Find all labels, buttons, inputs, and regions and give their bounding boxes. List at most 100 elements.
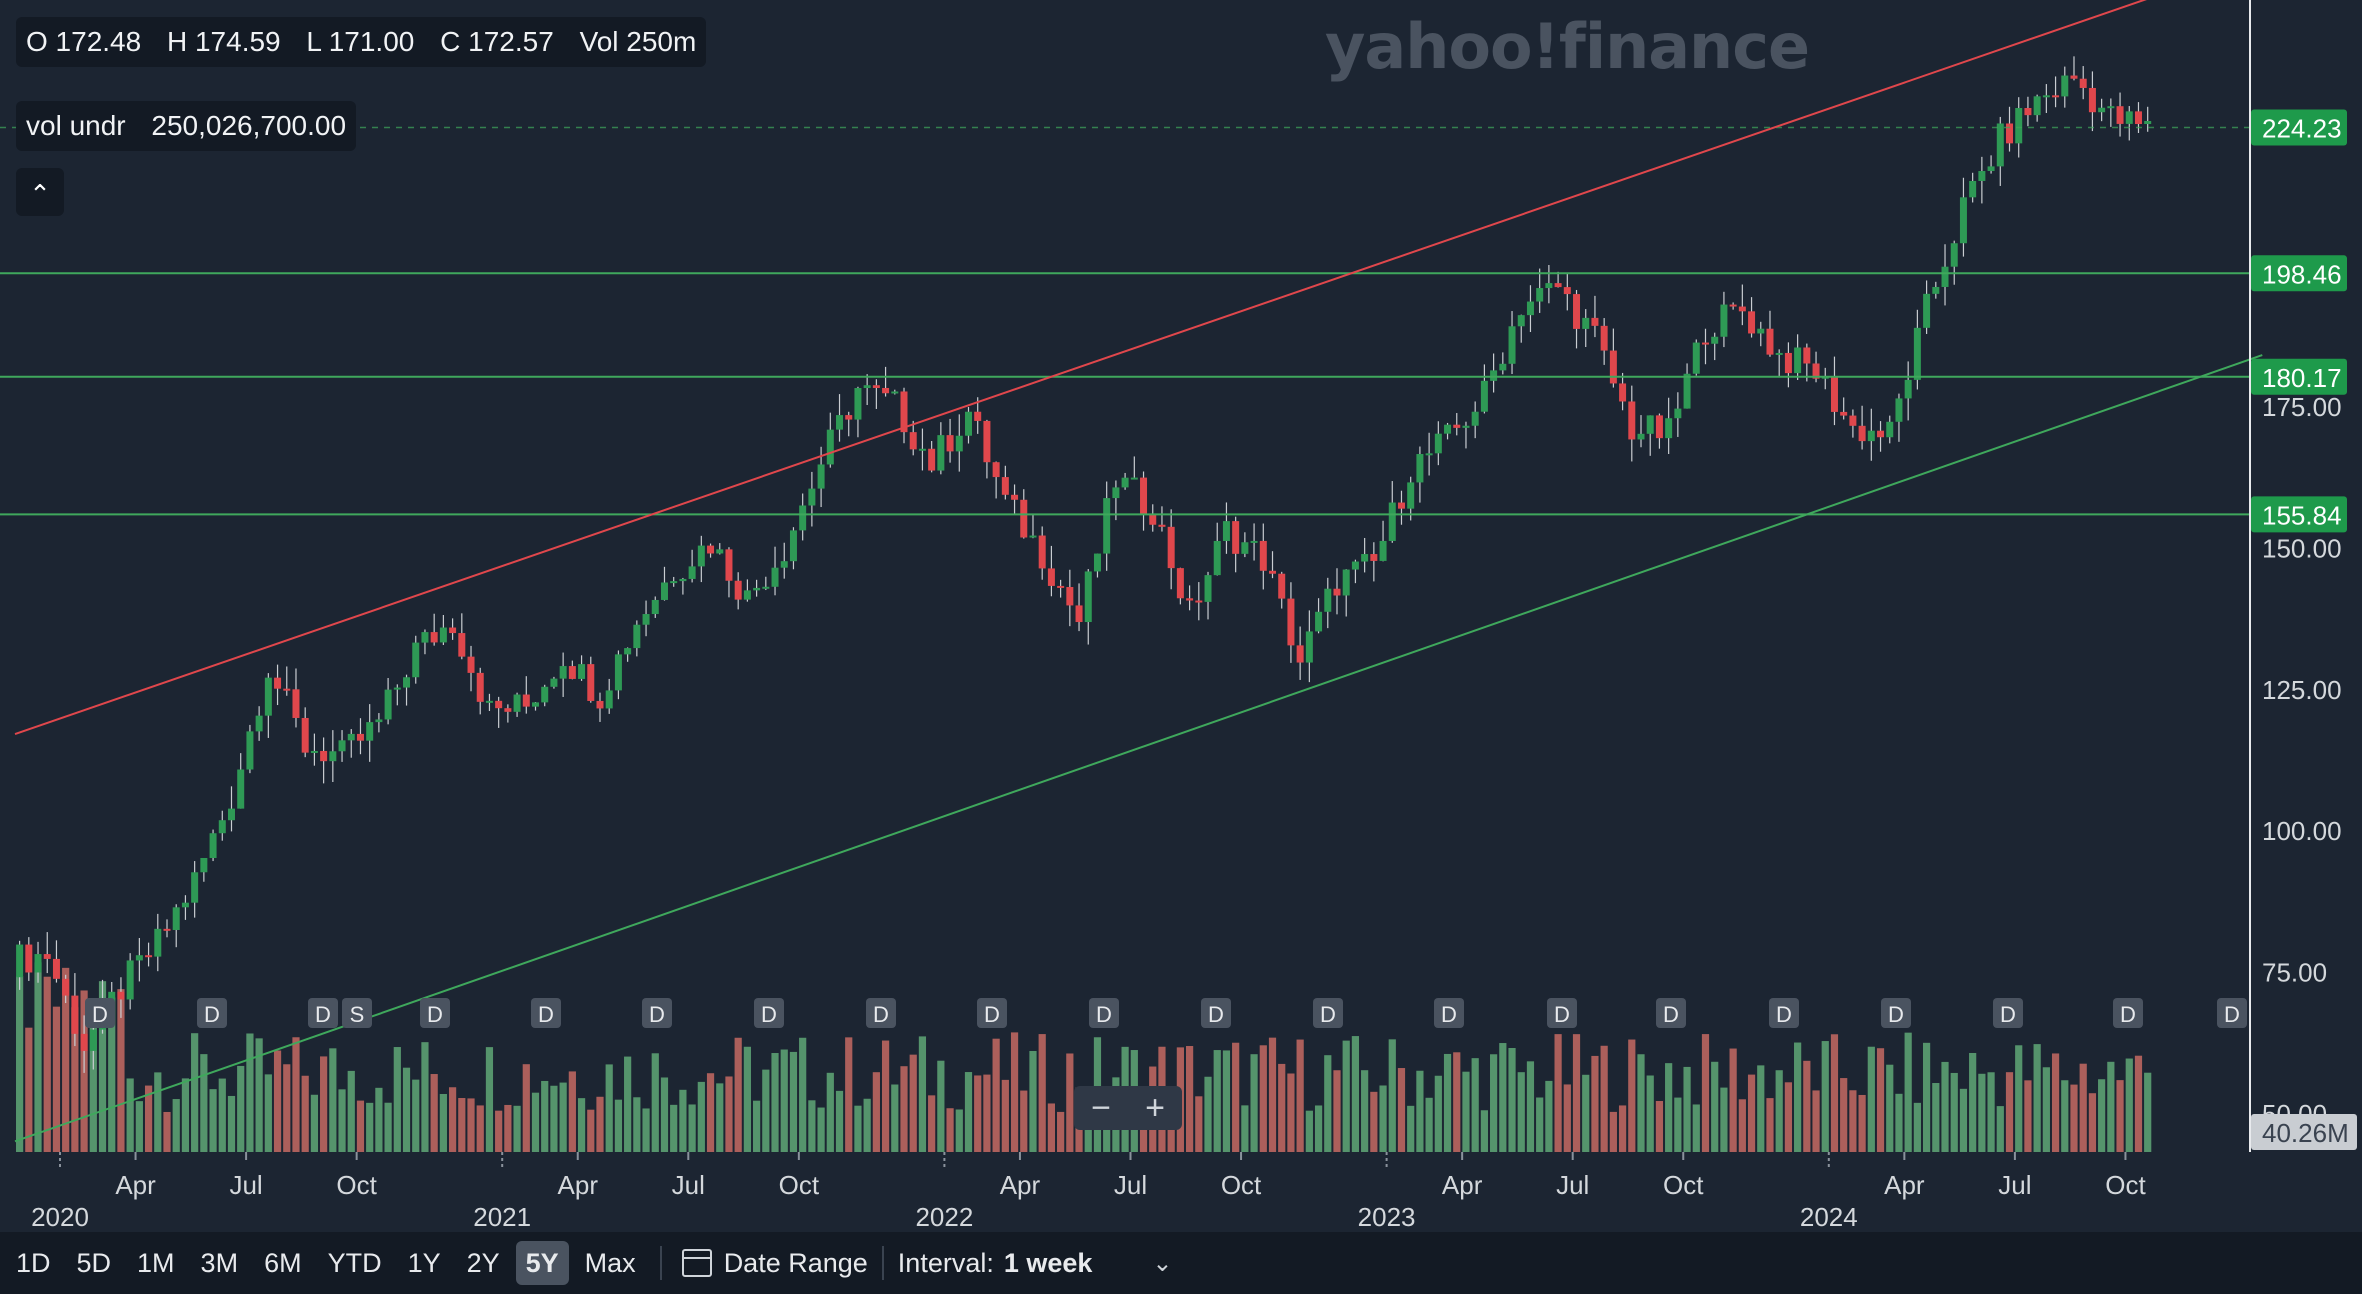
- volume-bar: [246, 1033, 254, 1152]
- candle-body: [872, 385, 880, 388]
- volume-bar: [2033, 1044, 2041, 1152]
- candle-body: [2134, 111, 2142, 125]
- volume-readout-label: vol undr: [26, 110, 126, 141]
- yahoo-finance-watermark: yahoo!finance: [1325, 10, 1809, 83]
- dividend-label: D: [2000, 1002, 2016, 1027]
- volume-bar: [329, 1048, 337, 1152]
- volume-bar: [2061, 1080, 2069, 1152]
- candle-body: [2125, 111, 2133, 124]
- price-axis-label: 125.00: [2262, 675, 2342, 705]
- volume-bar: [1222, 1050, 1231, 1152]
- candle-body: [909, 432, 917, 450]
- volume-bar: [1001, 1079, 1009, 1152]
- price-chart[interactable]: yahoo!finance 175.00 150.00 125.00 100.00 75…: [0, 0, 2362, 1232]
- volume-bar: [1361, 1070, 1369, 1152]
- volume-readout: vol undr 250,026,700.00: [16, 101, 357, 151]
- candle-body: [34, 954, 42, 973]
- dividend-label: D: [2224, 1002, 2240, 1027]
- volume-bar: [412, 1079, 420, 1152]
- candle-body: [1149, 514, 1157, 525]
- candle-body: [2098, 107, 2106, 113]
- volume-bar: [1425, 1097, 1433, 1152]
- candle-body: [983, 420, 991, 463]
- range-button-1m[interactable]: 1M: [127, 1241, 185, 1285]
- volume-bar: [541, 1080, 549, 1152]
- candle-body: [1996, 123, 2004, 167]
- volume-bar: [1922, 1042, 1931, 1152]
- candle-body: [356, 733, 364, 741]
- candle-body: [191, 872, 199, 903]
- candle-body: [1904, 379, 1912, 399]
- volume-bar: [1508, 1047, 1516, 1152]
- zoom-in-button[interactable]: +: [1128, 1086, 1182, 1130]
- volume-bar: [1250, 1054, 1258, 1152]
- volume-bar: [1637, 1054, 1645, 1152]
- volume-bar: [697, 1081, 705, 1152]
- range-button-3m[interactable]: 3M: [191, 1241, 249, 1285]
- volume-bar: [1462, 1071, 1470, 1152]
- volume-bar: [835, 1090, 844, 1152]
- volume-bar: [1213, 1050, 1221, 1152]
- candle-body: [43, 954, 51, 959]
- collapse-button[interactable]: ⌃: [16, 168, 64, 216]
- volume-bar: [467, 1098, 475, 1152]
- candle-body: [1075, 605, 1083, 623]
- volume-bar: [1867, 1046, 1875, 1152]
- candle-body: [1259, 540, 1267, 571]
- volume-bar: [2144, 1072, 2152, 1152]
- volume-bar: [2116, 1080, 2124, 1152]
- dividend-label: D: [1888, 1002, 1904, 1027]
- volume-bar: [670, 1104, 678, 1152]
- volume-bar: [1720, 1087, 1728, 1152]
- candle-body: [541, 686, 549, 703]
- candle-body: [439, 627, 447, 643]
- candle-body: [1628, 401, 1636, 440]
- range-button-6m[interactable]: 6M: [254, 1241, 312, 1285]
- volume-bar: [1057, 1111, 1065, 1152]
- candle-body: [1093, 553, 1101, 572]
- volume-bar: [1655, 1101, 1664, 1152]
- volume-bar: [1858, 1094, 1866, 1152]
- interval-selector[interactable]: Interval: 1 week ⌄: [898, 1248, 1173, 1279]
- candle-body: [163, 928, 171, 931]
- volume-bar: [1969, 1052, 1977, 1152]
- candle-body: [1020, 499, 1028, 538]
- volume-bar: [135, 1101, 143, 1152]
- range-button-2y[interactable]: 2Y: [457, 1241, 510, 1285]
- candle-body: [836, 415, 844, 430]
- candle-body: [955, 435, 963, 452]
- candle-body: [743, 590, 751, 600]
- volume-bar: [1278, 1063, 1286, 1152]
- candle-body: [1057, 585, 1065, 588]
- month-label: Oct: [336, 1170, 377, 1200]
- range-button-5d[interactable]: 5D: [67, 1241, 122, 1285]
- candle-body: [1167, 526, 1175, 569]
- volume-bar: [1241, 1105, 1249, 1152]
- volume-bar: [384, 1102, 392, 1152]
- dividend-label: D: [1208, 1002, 1224, 1027]
- range-button-1y[interactable]: 1Y: [398, 1241, 451, 1285]
- candle-body: [1305, 631, 1313, 663]
- candle-body: [458, 633, 466, 657]
- zoom-out-button[interactable]: −: [1074, 1086, 1128, 1130]
- candle-body: [679, 578, 687, 582]
- candle-body: [1453, 424, 1461, 428]
- range-button-ytd[interactable]: YTD: [318, 1241, 392, 1285]
- candle-body: [522, 694, 530, 707]
- volume-bar: [1932, 1083, 1940, 1152]
- candle-body: [513, 694, 521, 712]
- candle-body: [255, 715, 263, 732]
- volume-bar: [1296, 1039, 1304, 1152]
- range-button-max[interactable]: Max: [575, 1241, 646, 1285]
- volume-bar: [458, 1098, 466, 1152]
- volume-bar: [191, 1033, 199, 1152]
- range-button-1d[interactable]: 1D: [6, 1241, 61, 1285]
- candle-body: [430, 632, 438, 643]
- candle-body: [1158, 524, 1166, 527]
- candle-body: [550, 678, 558, 687]
- date-range-button[interactable]: Date Range: [681, 1248, 868, 1279]
- range-button-5y[interactable]: 5Y: [515, 1241, 569, 1285]
- candle-body: [2144, 120, 2152, 125]
- volume-bar: [1582, 1074, 1590, 1152]
- candle-body: [1370, 554, 1378, 561]
